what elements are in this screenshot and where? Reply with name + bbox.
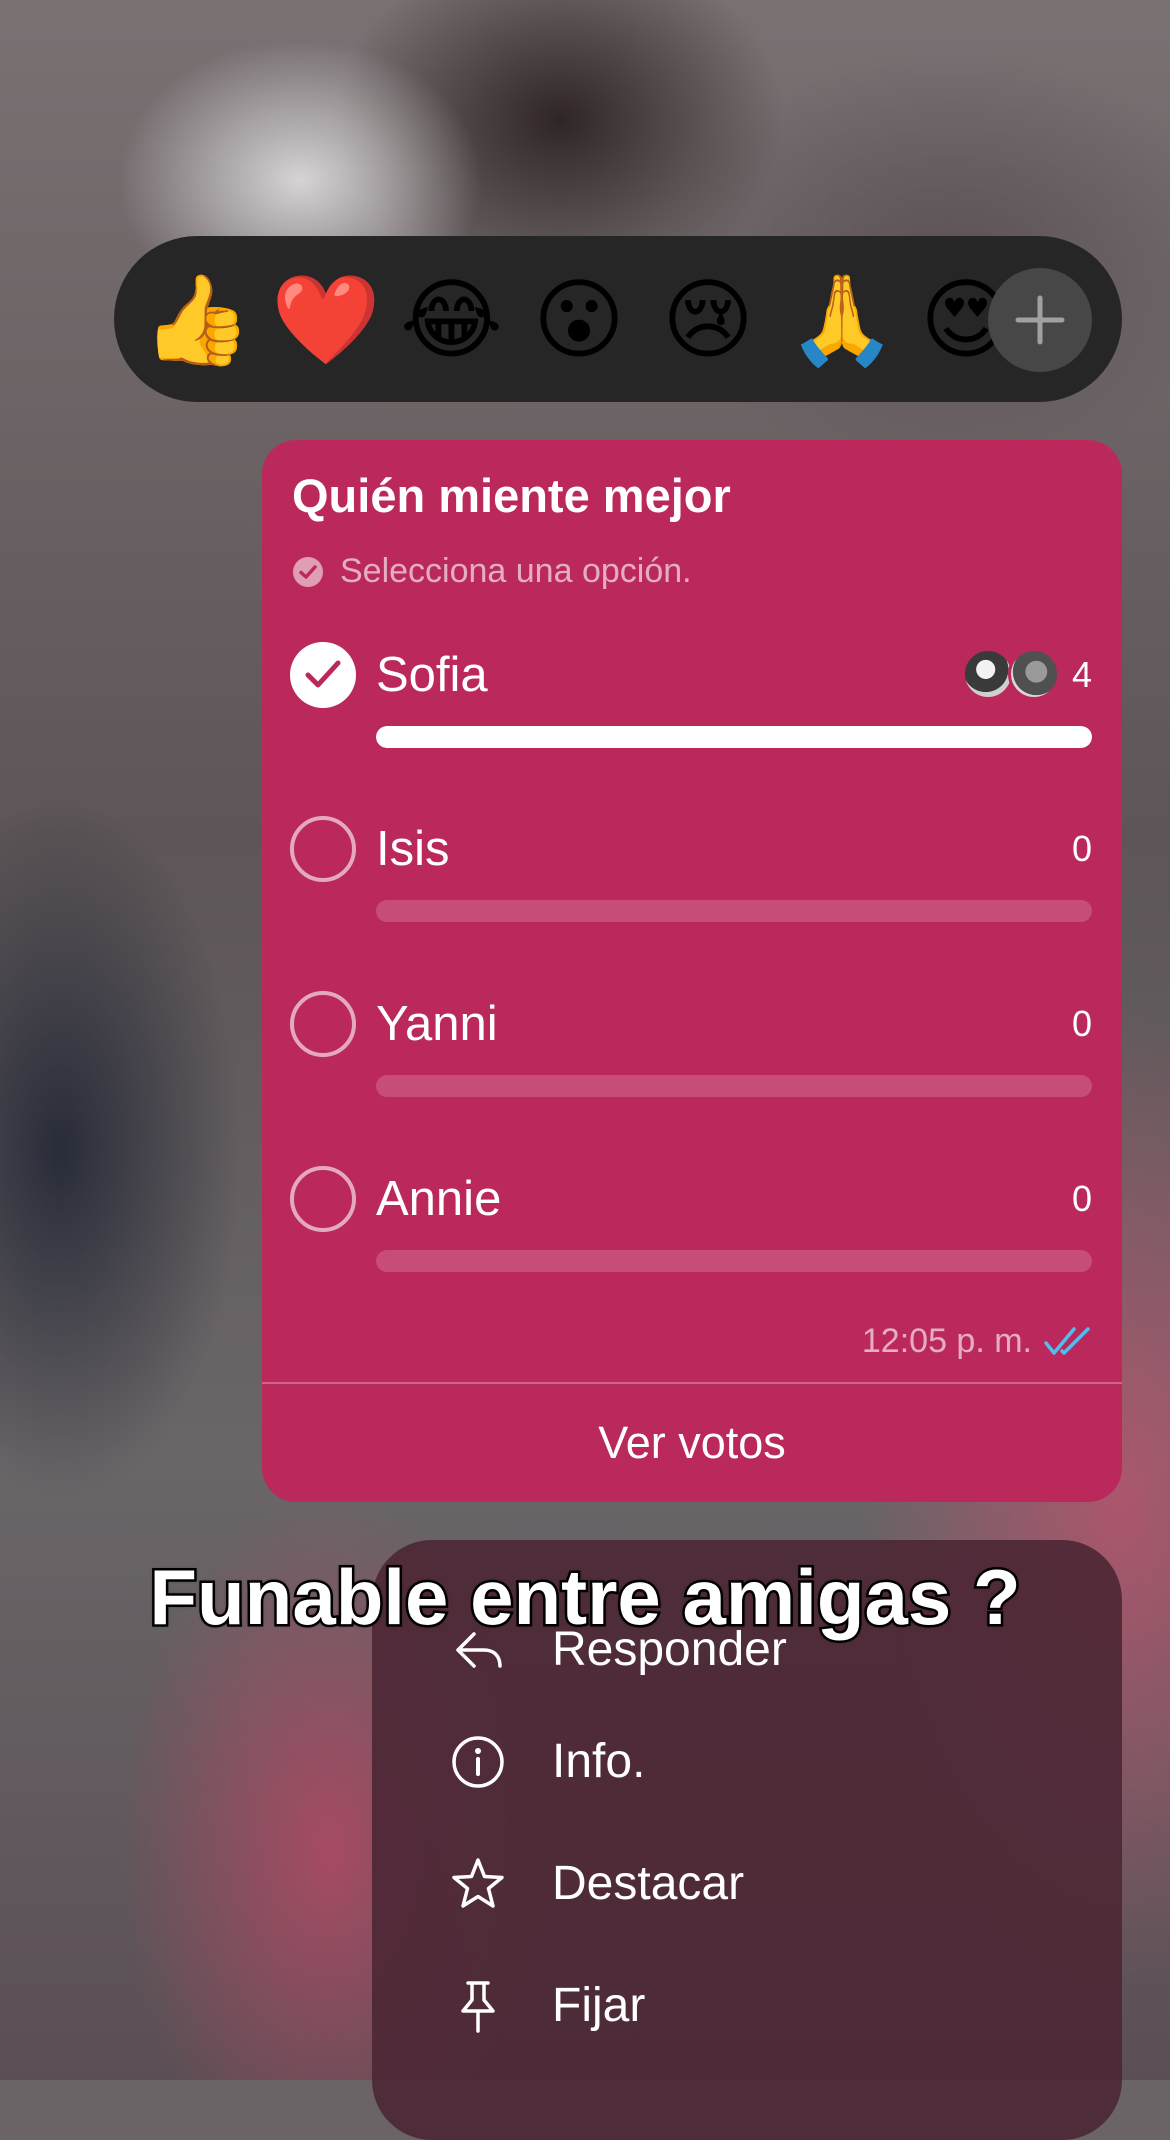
option-label: Isis xyxy=(376,822,450,876)
option-label: Yanni xyxy=(376,997,498,1051)
timestamp-text: 12:05 p. m. xyxy=(861,1322,1032,1360)
poll-title: Quién miente mejor xyxy=(292,469,731,522)
checkmark-icon xyxy=(305,660,341,688)
option-progress-track xyxy=(376,1250,1092,1272)
poll-option-yanni[interactable]: Yanni 0 xyxy=(262,991,1122,1121)
poll-option-annie[interactable]: Annie 0 xyxy=(262,1166,1122,1296)
pin-icon xyxy=(461,1981,495,2033)
view-votes-button[interactable]: Ver votos xyxy=(262,1384,1122,1502)
option-vote-count: 4 xyxy=(1071,654,1092,695)
reaction-surprised[interactable]: 😮 xyxy=(529,270,629,370)
voter-avatar xyxy=(962,648,1014,700)
menu-item-info[interactable]: Info. xyxy=(372,1708,1122,1818)
reaction-pray[interactable]: 🙏 xyxy=(787,270,897,370)
poll-instruction: Selecciona una opción. xyxy=(292,552,692,591)
voter-avatar xyxy=(1008,648,1060,700)
option-radio[interactable] xyxy=(290,816,356,882)
reaction-sad[interactable]: 😢 xyxy=(658,270,758,370)
option-vote-count: 0 xyxy=(1071,1003,1092,1044)
menu-item-star[interactable]: Destacar xyxy=(372,1830,1122,1940)
poll-option-sofia[interactable]: Sofia 4 xyxy=(262,642,1122,772)
option-progress-fill xyxy=(376,726,1092,748)
check-circle-icon xyxy=(293,556,323,587)
poll-option-isis[interactable]: Isis 0 xyxy=(262,816,1122,946)
option-radio[interactable] xyxy=(290,991,356,1057)
option-label: Sofia xyxy=(376,648,488,702)
option-progress-track xyxy=(376,726,1092,748)
menu-item-pin[interactable]: Fijar xyxy=(372,1952,1122,2062)
reaction-heart[interactable]: ❤️ xyxy=(271,270,381,370)
option-label: Annie xyxy=(376,1172,502,1226)
option-vote-count: 0 xyxy=(1071,828,1092,869)
option-radio-checked[interactable] xyxy=(290,642,356,708)
reaction-thumbs-up[interactable]: 👍 xyxy=(142,270,252,370)
message-timestamp: 12:05 p. m. xyxy=(862,1322,1092,1361)
reaction-laugh[interactable]: 😂 xyxy=(400,270,503,370)
double-check-icon xyxy=(1044,1326,1090,1355)
option-progress-track xyxy=(376,1075,1092,1097)
option-radio[interactable] xyxy=(290,1166,356,1232)
reaction-bar: 👍 ❤️ 😂 😮 😢 🙏 😍 xyxy=(114,236,1122,402)
option-vote-count: 0 xyxy=(1071,1178,1092,1219)
menu-label: Destacar xyxy=(552,1857,745,1910)
add-reaction-button[interactable] xyxy=(988,268,1092,372)
plus-icon xyxy=(1015,295,1065,345)
menu-label: Info. xyxy=(552,1735,646,1788)
star-icon xyxy=(452,1858,504,1908)
info-icon xyxy=(452,1736,504,1788)
poll-message-card[interactable]: Quién miente mejor Selecciona una opción… xyxy=(262,440,1122,1502)
video-caption-overlay: Funable entre amigas ? xyxy=(147,1551,1023,1644)
poll-instruction-text: Selecciona una opción. xyxy=(340,552,692,590)
option-progress-track xyxy=(376,900,1092,922)
menu-label: Fijar xyxy=(552,1979,646,2032)
